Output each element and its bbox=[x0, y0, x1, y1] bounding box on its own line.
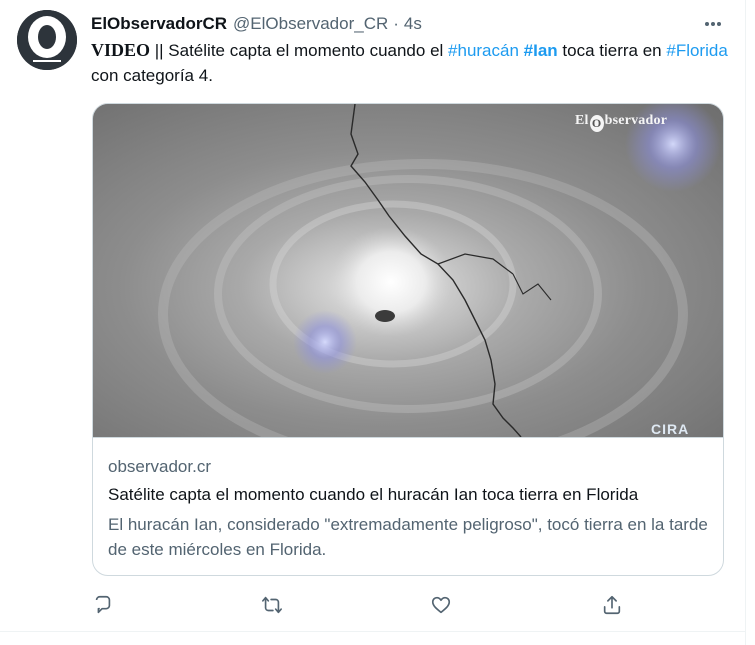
action-bar bbox=[0, 588, 745, 622]
display-name[interactable]: ElObservadorCR bbox=[91, 14, 227, 34]
separator-dot: · bbox=[393, 14, 399, 33]
watermark-left: El bbox=[575, 113, 589, 128]
hashtag-link[interactable]: #huracán bbox=[448, 41, 519, 60]
card-description: El huracán Ian, considerado "extremadame… bbox=[108, 515, 708, 559]
card-domain: observador.cr bbox=[108, 457, 211, 476]
card-divider bbox=[93, 437, 723, 438]
watermark-logo: El Observador bbox=[575, 113, 667, 132]
watermark-right: bservador bbox=[604, 113, 668, 128]
hashtag-link[interactable]: #Florida bbox=[666, 41, 727, 60]
more-options-icon[interactable] bbox=[698, 11, 728, 37]
link-preview-card[interactable]: . ElObservador CIRA observador.cr Satéli… bbox=[92, 103, 724, 576]
like-icon[interactable] bbox=[424, 588, 458, 622]
card-title: Satélite capta el momento cuando el hura… bbox=[108, 485, 639, 504]
video-label: VIDEO bbox=[91, 40, 151, 60]
retweet-icon[interactable] bbox=[255, 588, 289, 622]
tweet-text-segment: || Satélite capta el momento cuando el bbox=[150, 41, 449, 60]
tweet-text: VIDEO || Satélite capta el momento cuand… bbox=[91, 38, 731, 88]
tweet-text-segment: con categoría 4. bbox=[91, 66, 213, 85]
tweet-header: ElObservadorCR @ElObservador_CR · 4s bbox=[91, 13, 422, 35]
tweet-text-segment: toca tierra en bbox=[557, 41, 667, 60]
watermark-o: O bbox=[589, 115, 604, 132]
timestamp[interactable]: 4s bbox=[404, 14, 422, 34]
user-handle[interactable]: @ElObservador_CR bbox=[233, 14, 388, 34]
reply-icon[interactable] bbox=[86, 588, 120, 622]
avatar[interactable] bbox=[17, 10, 77, 70]
corner-logo: CIRA bbox=[651, 421, 690, 437]
column-border bbox=[745, 0, 746, 645]
satellite-image: . ElObservador CIRA bbox=[93, 104, 723, 437]
tweet-divider bbox=[0, 631, 745, 632]
hashtag-link[interactable]: #Ian bbox=[524, 41, 558, 60]
tweet[interactable]: ElObservadorCR @ElObservador_CR · 4s VID… bbox=[0, 0, 755, 645]
share-icon[interactable] bbox=[595, 588, 629, 622]
